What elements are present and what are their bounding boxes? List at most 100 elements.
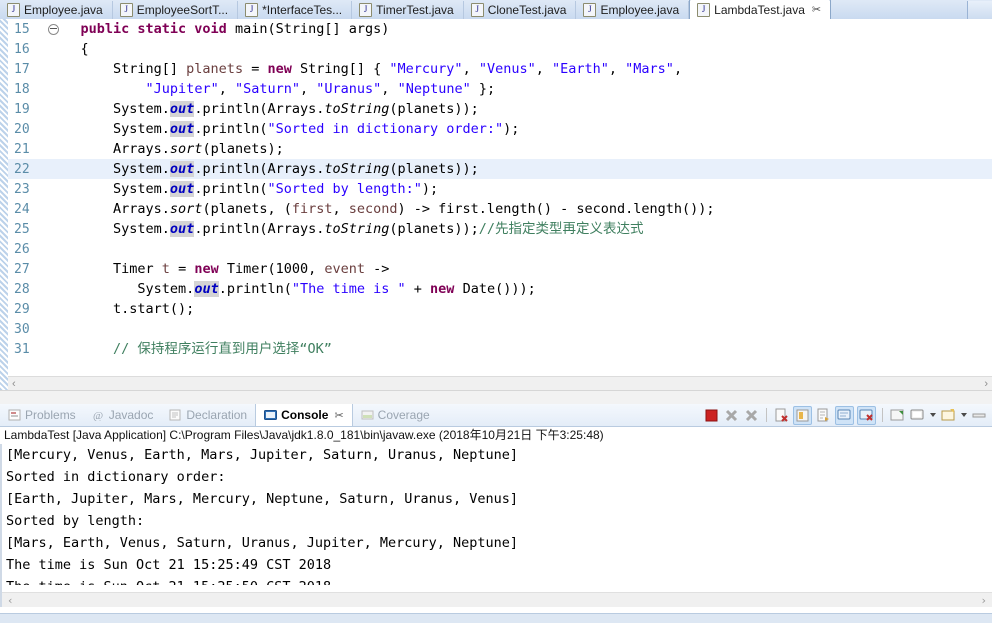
code-line[interactable]: 20 System.out.println("Sorted in diction… bbox=[8, 119, 992, 139]
editor-scroll-left-arrow[interactable]: ‹ bbox=[12, 378, 16, 390]
code-line[interactable]: 25 System.out.println(Arrays.toString(pl… bbox=[8, 219, 992, 239]
view-tab-coverage[interactable]: Coverage bbox=[353, 404, 438, 426]
remove-all-terminated-button[interactable] bbox=[743, 407, 760, 424]
editor-tab-bar: Employee.java EmployeeSortT... *InterfaceT… bbox=[0, 0, 992, 20]
eclipse-ide-window: Employee.java EmployeeSortT... *InterfaceT… bbox=[0, 0, 992, 623]
code-line-text: // 保持程序运行直到用户选择“OK” bbox=[48, 339, 332, 359]
line-number: 20 bbox=[14, 122, 30, 137]
code-text-area[interactable]: 15 public static void main(String[] args… bbox=[8, 19, 992, 390]
clear-console-button[interactable] bbox=[773, 407, 790, 424]
code-token: out bbox=[169, 181, 195, 197]
java-file-icon bbox=[119, 3, 133, 17]
console-output-line: The time is Sun Oct 21 15:25:50 CST 2018 bbox=[6, 576, 992, 585]
console-scroll-right-arrow[interactable]: › bbox=[980, 594, 987, 607]
code-line[interactable]: 22 System.out.println(Arrays.toString(pl… bbox=[8, 159, 992, 179]
code-token: , bbox=[608, 61, 626, 77]
view-menu-button[interactable] bbox=[971, 407, 988, 424]
show-console-on-output-button[interactable] bbox=[835, 405, 854, 425]
console-horizontal-scrollbar[interactable]: ‹ › bbox=[2, 592, 992, 607]
code-token: = bbox=[169, 261, 195, 277]
code-token: .println( bbox=[218, 281, 292, 297]
chevron-down-icon[interactable] bbox=[961, 413, 967, 417]
code-line[interactable]: 27 Timer t = new Timer(1000, event -> bbox=[8, 259, 992, 279]
editor-tab-1[interactable]: EmployeeSortT... bbox=[113, 1, 239, 19]
code-token: System. bbox=[48, 101, 170, 117]
editor-tab-4[interactable]: CloneTest.java bbox=[464, 1, 577, 19]
editor-tab-overflow-area[interactable] bbox=[967, 1, 992, 19]
code-line[interactable]: 19 System.out.println(Arrays.toString(pl… bbox=[8, 99, 992, 119]
code-line[interactable]: 26 bbox=[8, 239, 992, 259]
code-token: out bbox=[169, 161, 195, 177]
console-output[interactable]: [Mercury, Venus, Earth, Mars, Jupiter, S… bbox=[0, 444, 992, 607]
code-token: System. bbox=[48, 181, 170, 197]
code-line[interactable]: 18 "Jupiter", "Saturn", "Uranus", "Neptu… bbox=[8, 79, 992, 99]
code-line[interactable]: 23 System.out.println("Sorted by length:… bbox=[8, 179, 992, 199]
close-icon[interactable]: ✂ bbox=[334, 409, 343, 422]
code-line[interactable]: 28 System.out.println("The time is " + n… bbox=[8, 279, 992, 299]
code-token: , bbox=[300, 81, 317, 97]
view-tab-javadoc[interactable]: @ Javadoc bbox=[84, 404, 162, 426]
view-tab-console[interactable]: Console ✂ bbox=[255, 404, 353, 426]
console-scroll-left-arrow[interactable]: ‹ bbox=[7, 594, 14, 607]
code-token: new bbox=[194, 261, 219, 277]
editor-scroll-right-arrow[interactable]: › bbox=[984, 378, 988, 390]
code-line[interactable]: 24 Arrays.sort(planets, (first, second) … bbox=[8, 199, 992, 219]
collapse-icon[interactable] bbox=[48, 24, 59, 35]
code-line[interactable]: 21 Arrays.sort(planets); bbox=[8, 139, 992, 159]
editor-tab-3[interactable]: TimerTest.java bbox=[352, 1, 464, 19]
console-launch-label: LambdaTest [Java Application] C:\Program… bbox=[0, 427, 992, 444]
open-console-button[interactable] bbox=[940, 407, 957, 424]
code-token: "Mercury" bbox=[389, 61, 463, 77]
code-line-text: System.out.println("Sorted by length:"); bbox=[48, 179, 438, 199]
remove-launch-button[interactable] bbox=[723, 407, 740, 424]
console-output-line: [Earth, Jupiter, Mars, Mercury, Neptune,… bbox=[6, 491, 519, 507]
code-line[interactable]: 31 // 保持程序运行直到用户选择“OK” bbox=[8, 339, 992, 359]
close-icon[interactable]: ✂ bbox=[812, 3, 821, 16]
code-token: .println(Arrays. bbox=[194, 221, 325, 237]
code-token: System. bbox=[48, 281, 195, 297]
code-line[interactable]: 15 public static void main(String[] args… bbox=[8, 19, 992, 39]
code-token: sort bbox=[169, 141, 203, 157]
editor-tab-5[interactable]: Employee.java bbox=[576, 1, 690, 19]
editor-tab-2[interactable]: *InterfaceTes... bbox=[238, 1, 353, 19]
word-wrap-button[interactable] bbox=[815, 407, 832, 424]
code-token: (planets)); bbox=[389, 161, 479, 177]
code-token: second bbox=[348, 201, 398, 217]
code-token: .println(Arrays. bbox=[194, 101, 325, 117]
scroll-lock-button[interactable] bbox=[793, 405, 812, 425]
code-token: planets bbox=[186, 61, 244, 77]
code-token: Arrays. bbox=[48, 201, 170, 217]
code-token: , bbox=[381, 81, 398, 97]
console-toolbar bbox=[703, 405, 992, 425]
code-token: , bbox=[218, 81, 235, 97]
show-console-on-error-button[interactable] bbox=[857, 405, 876, 425]
code-token: Timer bbox=[48, 261, 162, 277]
editor-tab-0[interactable]: Employee.java bbox=[0, 1, 113, 19]
editor-tab-6[interactable]: LambdaTest.java ✂ bbox=[689, 0, 832, 19]
code-token: -> bbox=[365, 261, 390, 277]
code-token: "Saturn" bbox=[234, 81, 300, 97]
code-token: .println(Arrays. bbox=[194, 161, 325, 177]
code-token: out bbox=[169, 121, 195, 137]
view-tab-label: Console bbox=[281, 408, 329, 422]
editor-tab-label: TimerTest.java bbox=[376, 3, 454, 17]
code-token: out bbox=[194, 281, 219, 297]
code-line-text: System.out.println(Arrays.toString(plane… bbox=[48, 159, 479, 179]
display-selected-console-button[interactable] bbox=[909, 407, 926, 424]
code-token: toString bbox=[324, 161, 390, 177]
code-token: String[] { bbox=[291, 61, 390, 77]
editor-horizontal-scrollbar[interactable]: ‹ › bbox=[8, 376, 992, 390]
terminate-button[interactable] bbox=[703, 407, 720, 424]
pin-console-button[interactable] bbox=[889, 407, 906, 424]
code-line[interactable]: 16 { bbox=[8, 39, 992, 59]
code-token: "Venus" bbox=[478, 61, 536, 77]
view-tab-problems[interactable]: Problems bbox=[0, 404, 84, 426]
view-tab-declaration[interactable]: Declaration bbox=[161, 404, 255, 426]
chevron-down-icon[interactable] bbox=[930, 413, 936, 417]
code-line-text: "Jupiter", "Saturn", "Uranus", "Neptune"… bbox=[48, 79, 496, 99]
code-line[interactable]: 29 t.start(); bbox=[8, 299, 992, 319]
code-line[interactable]: 17 String[] planets = new String[] { "Me… bbox=[8, 59, 992, 79]
code-line[interactable]: 30 bbox=[8, 319, 992, 339]
code-editor[interactable]: 15 public static void main(String[] args… bbox=[0, 19, 992, 390]
code-token: public static void bbox=[80, 21, 235, 37]
